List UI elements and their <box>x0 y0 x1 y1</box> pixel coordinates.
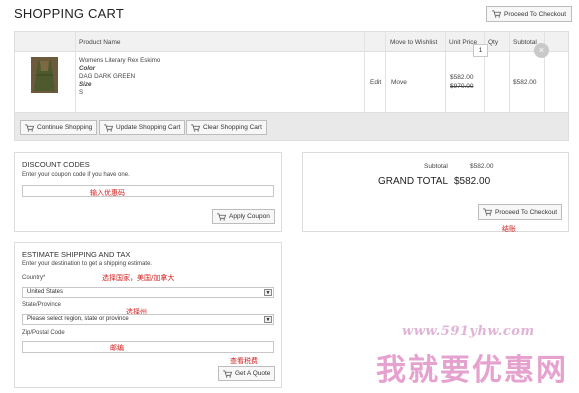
continue-shopping-button[interactable]: Continue Shopping <box>20 120 98 135</box>
subtotal-value: $582.00 <box>470 163 494 170</box>
old-price: $970.00 <box>450 83 474 90</box>
shipping-subtitle: Enter your destination to get a shipping… <box>22 261 153 267</box>
region-select-value: Please select region, state or province <box>27 316 129 322</box>
product-image-graphic <box>31 57 58 93</box>
proceed-to-checkout-label: Proceed To Checkout <box>504 10 567 18</box>
size-label: Size <box>79 81 92 88</box>
cart-icon <box>25 123 34 132</box>
discount-subtitle: Enter your coupon code if you have one. <box>22 172 130 178</box>
page-title: SHOPPING CART <box>14 6 124 21</box>
product-name-link[interactable]: Womens Literary Rex Eskimo <box>79 57 160 65</box>
grand-total-label: GRAND TOTAL <box>378 176 449 187</box>
proceed-to-checkout-label: Proceed To Checkout <box>495 208 558 216</box>
coupon-code-input[interactable] <box>22 185 274 197</box>
discount-title: DISCOUNT CODES <box>22 160 90 169</box>
row-subtotal: $582.00 <box>513 79 537 86</box>
zip-input[interactable] <box>22 341 274 353</box>
edit-link[interactable]: Edit <box>370 79 381 86</box>
color-label: Color <box>79 65 96 72</box>
chevron-down-icon: ▼ <box>264 316 272 323</box>
remove-icon[interactable]: × <box>534 43 549 58</box>
subtotal-label: Subtotal <box>424 163 448 170</box>
apply-coupon-label: Apply Coupon <box>229 213 270 220</box>
unit-price: $582.00 <box>450 74 474 81</box>
proceed-to-checkout-button[interactable]: Proceed To Checkout <box>478 204 563 220</box>
country-note: 选择国家，美国/加拿大 <box>102 274 175 282</box>
apply-coupon-button[interactable]: Apply Coupon <box>212 209 275 224</box>
column-header-product: Product Name <box>79 39 121 46</box>
clear-cart-button[interactable]: Clear Shopping Cart <box>186 120 267 135</box>
country-select-value: United States <box>27 289 64 295</box>
product-image[interactable] <box>31 57 58 93</box>
watermark-text: 我就要优惠网 <box>376 353 568 388</box>
column-header-qty: Qty <box>488 39 499 46</box>
column-header-wishlist: Move to Wishlist <box>390 39 438 46</box>
chevron-down-icon: ▼ <box>264 289 272 296</box>
proceed-to-checkout-button-top[interactable]: Proceed To Checkout <box>486 6 573 22</box>
move-to-wishlist-link[interactable]: Move <box>391 79 407 86</box>
cart-icon <box>191 123 200 132</box>
cart-icon <box>217 212 226 221</box>
quote-note: 查看税费 <box>230 357 258 365</box>
continue-shopping-label: Continue Shopping <box>37 124 93 131</box>
region-select[interactable]: Please select region, state or province … <box>22 314 274 325</box>
zip-note: 邮编 <box>110 344 124 352</box>
update-cart-button[interactable]: Update Shopping Cart <box>99 120 186 135</box>
size-value: S <box>79 89 84 96</box>
get-a-quote-label: Get A Quote <box>235 370 271 377</box>
shipping-title: ESTIMATE SHIPPING AND TAX <box>22 250 131 259</box>
country-select[interactable]: United States ▼ <box>22 287 274 298</box>
cart-icon <box>492 10 501 18</box>
product-details: Womens Literary Rex Eskimo Color DAG DAR… <box>79 57 160 97</box>
watermark-url: www.591yhw.com <box>402 324 535 339</box>
country-label: Country* <box>22 275 46 281</box>
column-header-subtotal: Subtotal <box>513 39 537 46</box>
get-a-quote-button[interactable]: Get A Quote <box>218 366 276 381</box>
cart-icon <box>104 123 113 132</box>
qty-input[interactable]: 1 <box>473 44 488 57</box>
update-cart-label: Update Shopping Cart <box>116 124 181 131</box>
color-value: DAG DARK GREEN <box>79 73 136 80</box>
cart-icon <box>223 369 232 378</box>
zip-label: Zip/Postal Code <box>22 330 65 336</box>
grand-total-value: $582.00 <box>454 176 491 187</box>
region-label: State/Province <box>22 302 62 308</box>
coupon-note: 输入优惠码 <box>90 189 125 197</box>
clear-cart-label: Clear Shopping Cart <box>203 124 262 131</box>
cart-icon <box>483 208 492 216</box>
checkout-note: 结账 <box>502 225 516 233</box>
